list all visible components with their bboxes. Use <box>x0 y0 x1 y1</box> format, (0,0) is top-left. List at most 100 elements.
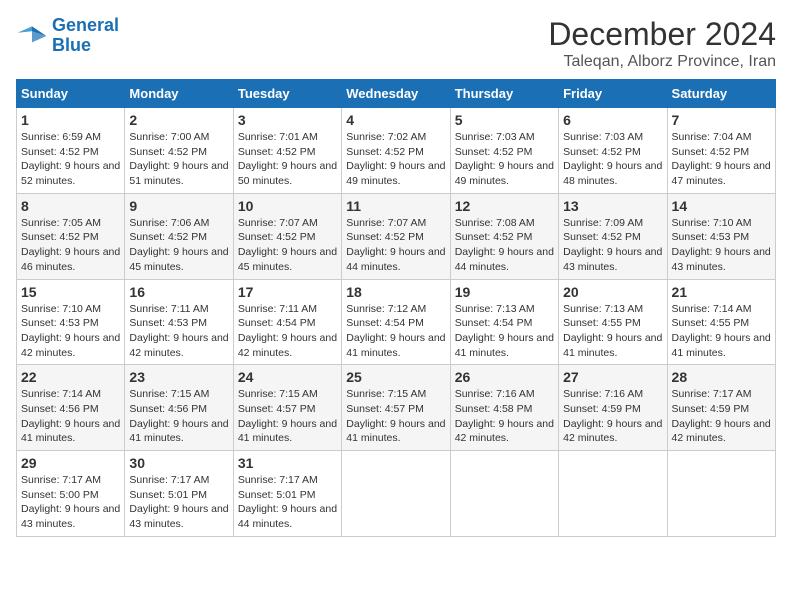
calendar-cell: 7 Sunrise: 7:04 AMSunset: 4:52 PMDayligh… <box>667 108 775 194</box>
day-number: 5 <box>455 112 554 128</box>
calendar-cell <box>450 451 558 537</box>
col-header-saturday: Saturday <box>667 80 775 108</box>
day-number: 24 <box>238 369 337 385</box>
day-number: 7 <box>672 112 771 128</box>
day-info: Sunrise: 7:14 AMSunset: 4:56 PMDaylight:… <box>21 388 120 444</box>
calendar-cell: 25 Sunrise: 7:15 AMSunset: 4:57 PMDaylig… <box>342 365 450 451</box>
calendar-cell: 17 Sunrise: 7:11 AMSunset: 4:54 PMDaylig… <box>233 279 341 365</box>
logo: General Blue <box>16 16 119 56</box>
calendar-cell: 9 Sunrise: 7:06 AMSunset: 4:52 PMDayligh… <box>125 193 233 279</box>
day-number: 19 <box>455 284 554 300</box>
day-info: Sunrise: 7:17 AMSunset: 4:59 PMDaylight:… <box>672 388 771 444</box>
col-header-monday: Monday <box>125 80 233 108</box>
day-info: Sunrise: 7:11 AMSunset: 4:53 PMDaylight:… <box>129 303 228 359</box>
day-info: Sunrise: 7:15 AMSunset: 4:57 PMDaylight:… <box>238 388 337 444</box>
calendar-cell <box>342 451 450 537</box>
logo-icon <box>16 20 48 52</box>
day-number: 31 <box>238 455 337 471</box>
week-row-1: 1 Sunrise: 6:59 AMSunset: 4:52 PMDayligh… <box>17 108 776 194</box>
calendar-cell: 31 Sunrise: 7:17 AMSunset: 5:01 PMDaylig… <box>233 451 341 537</box>
week-row-3: 15 Sunrise: 7:10 AMSunset: 4:53 PMDaylig… <box>17 279 776 365</box>
calendar-cell: 29 Sunrise: 7:17 AMSunset: 5:00 PMDaylig… <box>17 451 125 537</box>
day-info: Sunrise: 7:05 AMSunset: 4:52 PMDaylight:… <box>21 217 120 273</box>
day-info: Sunrise: 7:17 AMSunset: 5:01 PMDaylight:… <box>238 474 337 530</box>
day-number: 15 <box>21 284 120 300</box>
day-number: 30 <box>129 455 228 471</box>
header-row: SundayMondayTuesdayWednesdayThursdayFrid… <box>17 80 776 108</box>
calendar-cell: 3 Sunrise: 7:01 AMSunset: 4:52 PMDayligh… <box>233 108 341 194</box>
calendar-cell: 18 Sunrise: 7:12 AMSunset: 4:54 PMDaylig… <box>342 279 450 365</box>
calendar-cell: 21 Sunrise: 7:14 AMSunset: 4:55 PMDaylig… <box>667 279 775 365</box>
day-number: 28 <box>672 369 771 385</box>
calendar-cell: 15 Sunrise: 7:10 AMSunset: 4:53 PMDaylig… <box>17 279 125 365</box>
calendar-cell: 28 Sunrise: 7:17 AMSunset: 4:59 PMDaylig… <box>667 365 775 451</box>
day-info: Sunrise: 7:14 AMSunset: 4:55 PMDaylight:… <box>672 303 771 359</box>
day-info: Sunrise: 7:07 AMSunset: 4:52 PMDaylight:… <box>238 217 337 273</box>
calendar-cell: 30 Sunrise: 7:17 AMSunset: 5:01 PMDaylig… <box>125 451 233 537</box>
day-info: Sunrise: 7:10 AMSunset: 4:53 PMDaylight:… <box>672 217 771 273</box>
day-number: 17 <box>238 284 337 300</box>
calendar-cell: 8 Sunrise: 7:05 AMSunset: 4:52 PMDayligh… <box>17 193 125 279</box>
day-info: Sunrise: 7:00 AMSunset: 4:52 PMDaylight:… <box>129 131 228 187</box>
calendar-cell: 24 Sunrise: 7:15 AMSunset: 4:57 PMDaylig… <box>233 365 341 451</box>
day-number: 8 <box>21 198 120 214</box>
day-info: Sunrise: 7:13 AMSunset: 4:54 PMDaylight:… <box>455 303 554 359</box>
day-info: Sunrise: 7:03 AMSunset: 4:52 PMDaylight:… <box>563 131 662 187</box>
day-number: 11 <box>346 198 445 214</box>
day-number: 26 <box>455 369 554 385</box>
day-number: 13 <box>563 198 662 214</box>
day-number: 9 <box>129 198 228 214</box>
day-info: Sunrise: 7:02 AMSunset: 4:52 PMDaylight:… <box>346 131 445 187</box>
day-info: Sunrise: 7:03 AMSunset: 4:52 PMDaylight:… <box>455 131 554 187</box>
day-info: Sunrise: 7:12 AMSunset: 4:54 PMDaylight:… <box>346 303 445 359</box>
header: General Blue December 2024 Taleqan, Albo… <box>16 16 776 71</box>
calendar-cell: 6 Sunrise: 7:03 AMSunset: 4:52 PMDayligh… <box>559 108 667 194</box>
day-info: Sunrise: 7:01 AMSunset: 4:52 PMDaylight:… <box>238 131 337 187</box>
calendar-cell: 27 Sunrise: 7:16 AMSunset: 4:59 PMDaylig… <box>559 365 667 451</box>
calendar-cell: 14 Sunrise: 7:10 AMSunset: 4:53 PMDaylig… <box>667 193 775 279</box>
title-area: December 2024 Taleqan, Alborz Province, … <box>548 16 776 71</box>
calendar-cell <box>559 451 667 537</box>
page-title: December 2024 <box>548 16 776 53</box>
calendar-cell: 26 Sunrise: 7:16 AMSunset: 4:58 PMDaylig… <box>450 365 558 451</box>
day-info: Sunrise: 7:10 AMSunset: 4:53 PMDaylight:… <box>21 303 120 359</box>
day-info: Sunrise: 6:59 AMSunset: 4:52 PMDaylight:… <box>21 131 120 187</box>
day-info: Sunrise: 7:16 AMSunset: 4:59 PMDaylight:… <box>563 388 662 444</box>
day-number: 23 <box>129 369 228 385</box>
page-subtitle: Taleqan, Alborz Province, Iran <box>548 53 776 71</box>
day-info: Sunrise: 7:06 AMSunset: 4:52 PMDaylight:… <box>129 217 228 273</box>
logo-line1: General <box>52 15 119 35</box>
day-number: 14 <box>672 198 771 214</box>
day-info: Sunrise: 7:15 AMSunset: 4:56 PMDaylight:… <box>129 388 228 444</box>
week-row-4: 22 Sunrise: 7:14 AMSunset: 4:56 PMDaylig… <box>17 365 776 451</box>
day-info: Sunrise: 7:07 AMSunset: 4:52 PMDaylight:… <box>346 217 445 273</box>
day-info: Sunrise: 7:11 AMSunset: 4:54 PMDaylight:… <box>238 303 337 359</box>
day-info: Sunrise: 7:16 AMSunset: 4:58 PMDaylight:… <box>455 388 554 444</box>
calendar-cell: 19 Sunrise: 7:13 AMSunset: 4:54 PMDaylig… <box>450 279 558 365</box>
col-header-friday: Friday <box>559 80 667 108</box>
day-number: 1 <box>21 112 120 128</box>
day-info: Sunrise: 7:17 AMSunset: 5:00 PMDaylight:… <box>21 474 120 530</box>
day-number: 27 <box>563 369 662 385</box>
calendar-cell: 23 Sunrise: 7:15 AMSunset: 4:56 PMDaylig… <box>125 365 233 451</box>
day-number: 25 <box>346 369 445 385</box>
logo-text: General Blue <box>52 16 119 56</box>
day-info: Sunrise: 7:04 AMSunset: 4:52 PMDaylight:… <box>672 131 771 187</box>
calendar-cell: 2 Sunrise: 7:00 AMSunset: 4:52 PMDayligh… <box>125 108 233 194</box>
logo-line2: Blue <box>52 35 91 55</box>
calendar-cell: 4 Sunrise: 7:02 AMSunset: 4:52 PMDayligh… <box>342 108 450 194</box>
day-info: Sunrise: 7:15 AMSunset: 4:57 PMDaylight:… <box>346 388 445 444</box>
calendar-cell: 1 Sunrise: 6:59 AMSunset: 4:52 PMDayligh… <box>17 108 125 194</box>
day-info: Sunrise: 7:08 AMSunset: 4:52 PMDaylight:… <box>455 217 554 273</box>
calendar-cell: 12 Sunrise: 7:08 AMSunset: 4:52 PMDaylig… <box>450 193 558 279</box>
calendar-table: SundayMondayTuesdayWednesdayThursdayFrid… <box>16 79 776 537</box>
calendar-cell: 11 Sunrise: 7:07 AMSunset: 4:52 PMDaylig… <box>342 193 450 279</box>
col-header-tuesday: Tuesday <box>233 80 341 108</box>
calendar-cell <box>667 451 775 537</box>
day-number: 3 <box>238 112 337 128</box>
day-number: 18 <box>346 284 445 300</box>
day-info: Sunrise: 7:09 AMSunset: 4:52 PMDaylight:… <box>563 217 662 273</box>
day-number: 2 <box>129 112 228 128</box>
calendar-cell: 22 Sunrise: 7:14 AMSunset: 4:56 PMDaylig… <box>17 365 125 451</box>
col-header-thursday: Thursday <box>450 80 558 108</box>
